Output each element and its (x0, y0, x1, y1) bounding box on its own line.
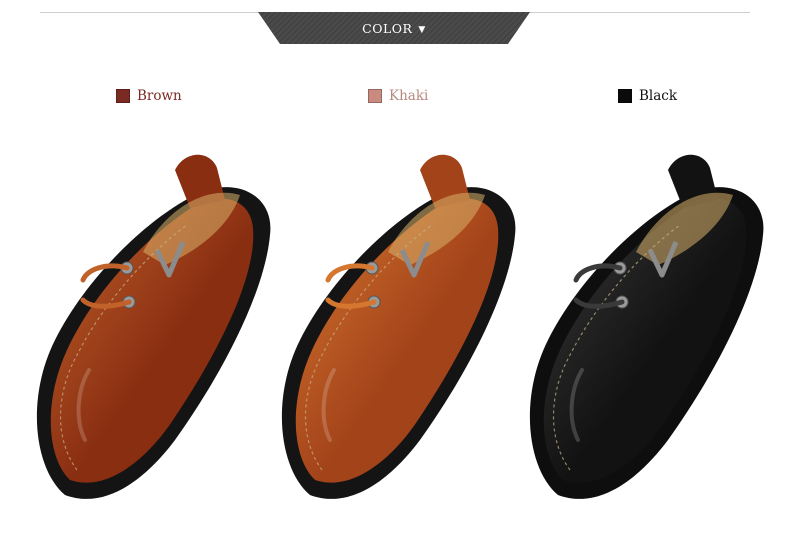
color-label-khaki: Khaki (389, 88, 429, 104)
black-shoe-image (518, 140, 778, 520)
color-option-khaki[interactable]: Khaki (368, 88, 428, 104)
banner-title-text: COLOR (362, 21, 413, 36)
banner-title: COLOR ▼ (258, 21, 530, 36)
black-swatch (618, 89, 632, 103)
color-label-brown: Brown (137, 88, 182, 104)
khaki-swatch (368, 89, 382, 103)
color-option-black[interactable]: Black (618, 88, 677, 104)
brown-swatch (116, 89, 130, 103)
color-section-banner: COLOR ▼ (258, 12, 530, 44)
dropdown-arrow-icon: ▼ (418, 25, 426, 35)
color-option-brown[interactable]: Brown (116, 88, 182, 104)
color-label-black: Black (639, 88, 678, 104)
brown-shoe-image (25, 140, 285, 520)
khaki-shoe-image (270, 140, 530, 520)
